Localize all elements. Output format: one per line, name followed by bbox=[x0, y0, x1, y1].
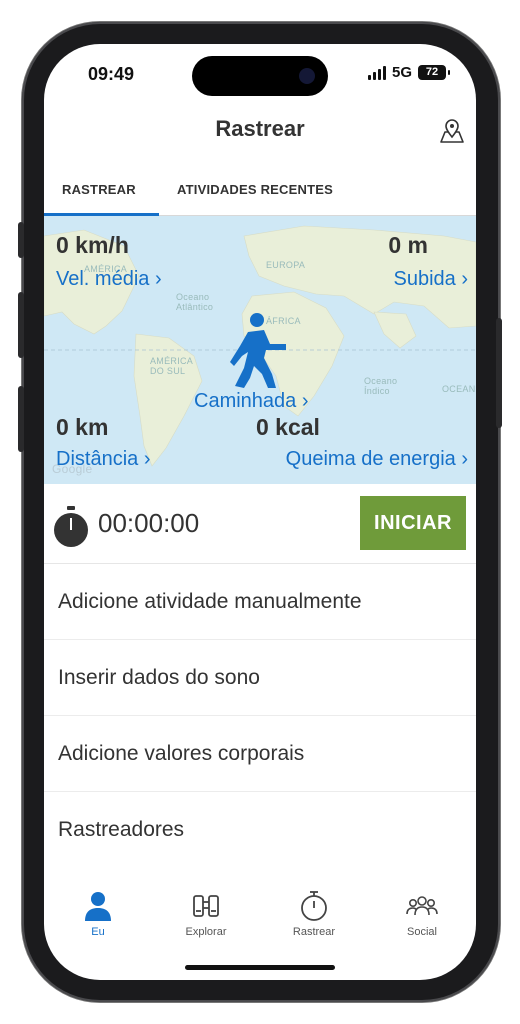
list-item-label: Adicione atividade manualmente bbox=[58, 590, 362, 613]
energy-value: 0 kcal bbox=[256, 414, 320, 440]
list-item-body-values[interactable]: Adicione valores corporais bbox=[44, 716, 476, 792]
app-screen: 09:49 5G 72 Rastrear RASTREAR ATIVIDADES… bbox=[44, 44, 476, 980]
map-label: AMÉRICA DO SUL bbox=[150, 356, 193, 376]
nav-item-eu[interactable]: Eu bbox=[58, 890, 138, 938]
map-label: Oceano Atlântico bbox=[176, 292, 214, 312]
distance-link[interactable]: Distância › bbox=[56, 448, 150, 471]
distance-value: 0 km bbox=[56, 414, 109, 440]
action-button bbox=[18, 222, 24, 258]
nav-item-explorar[interactable]: Explorar bbox=[166, 890, 246, 938]
stopwatch-icon bbox=[301, 891, 327, 921]
stopwatch-icon bbox=[54, 506, 88, 547]
binoculars-icon bbox=[193, 895, 219, 917]
volume-up-button bbox=[18, 292, 24, 358]
list-item-add-activity[interactable]: Adicione atividade manualmente bbox=[44, 564, 476, 640]
world-map[interactable]: AMÉRICA EUROPA Oceano Atlântico ÁFRICA A… bbox=[44, 216, 476, 484]
dynamic-island bbox=[192, 56, 328, 96]
walking-person-icon[interactable] bbox=[230, 310, 290, 390]
nav-label: Social bbox=[407, 926, 437, 938]
map-pin-icon[interactable] bbox=[438, 118, 466, 144]
avg-speed-value: 0 km/h bbox=[56, 232, 129, 258]
nav-item-rastrear[interactable]: Rastrear bbox=[274, 890, 354, 938]
signal-icon bbox=[367, 65, 386, 80]
avg-speed-link[interactable]: Vel. média › bbox=[56, 268, 162, 291]
volume-down-button bbox=[18, 386, 24, 452]
map-label: EUROPA bbox=[266, 260, 306, 270]
group-icon bbox=[406, 896, 438, 916]
timer-row: 00:00:00 INICIAR bbox=[44, 484, 476, 564]
person-icon bbox=[85, 892, 111, 921]
nav-item-social[interactable]: Social bbox=[382, 890, 462, 938]
power-button bbox=[496, 318, 502, 428]
nav-label: Explorar bbox=[185, 926, 227, 938]
map-label: Oceano Índico bbox=[364, 376, 398, 396]
battery-icon: 72 bbox=[418, 65, 450, 80]
timer-display: 00:00:00 bbox=[98, 508, 200, 538]
climb-value: 0 m bbox=[388, 232, 428, 258]
tab-atividades-recentes[interactable]: ATIVIDADES RECENTES bbox=[177, 182, 333, 197]
list-item-label: Inserir dados do sono bbox=[58, 666, 260, 689]
network-type: 5G bbox=[391, 64, 412, 81]
list-item-label: Adicione valores corporais bbox=[58, 742, 305, 765]
tab-rastrear[interactable]: RASTREAR bbox=[62, 182, 136, 197]
climb-link[interactable]: Subida › bbox=[394, 268, 469, 291]
list-item-label: Rastreadores bbox=[58, 818, 185, 841]
camera-icon bbox=[299, 68, 315, 84]
activity-type-link[interactable]: Caminhada › bbox=[194, 390, 309, 413]
home-indicator[interactable] bbox=[185, 965, 335, 970]
list-item-sleep-data[interactable]: Inserir dados do sono bbox=[44, 640, 476, 716]
status-time: 09:49 bbox=[88, 64, 135, 84]
list-item-trackers[interactable]: Rastreadores bbox=[44, 792, 476, 868]
status-icons: 5G 72 bbox=[367, 64, 450, 81]
tab-bar: RASTREAR ATIVIDADES RECENTES bbox=[44, 164, 476, 217]
bottom-nav: Eu Explorar Rastrear Social bbox=[44, 884, 476, 954]
page-title: Rastrear bbox=[215, 116, 305, 141]
energy-link[interactable]: Queima de energia › bbox=[286, 448, 468, 471]
map-label: OCEAN bbox=[442, 384, 476, 394]
nav-label: Rastrear bbox=[292, 926, 336, 938]
nav-label: Eu bbox=[91, 926, 105, 938]
start-button[interactable]: INICIAR bbox=[360, 496, 466, 550]
